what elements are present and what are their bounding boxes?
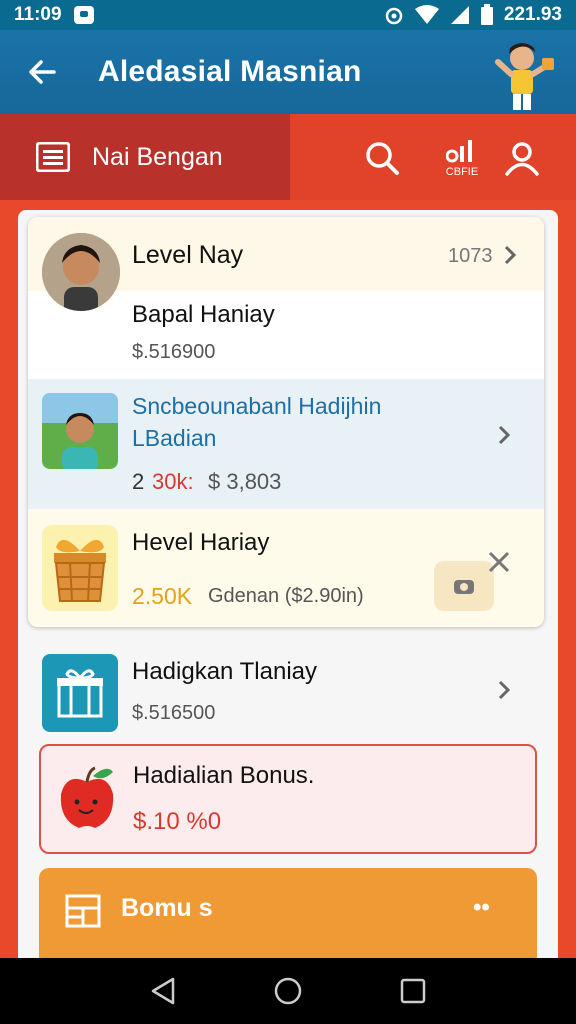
nav-recents-icon <box>401 978 426 1004</box>
list-item-level[interactable]: Level Nay 1073 Bapal Haniay $.516900 <box>28 217 544 379</box>
item-card: Level Nay 1073 Bapal Haniay $.516900 Snc… <box>28 217 544 627</box>
gift-box-icon <box>42 654 118 732</box>
level-title: Level Nay <box>132 241 244 269</box>
menu-button[interactable]: Nai Bengan <box>0 114 290 200</box>
list-item-gift[interactable]: Hevel Hariay 2.50K Gdenan ($2.90in) <box>28 509 544 627</box>
stats-icon <box>446 140 472 163</box>
nav-recents-button[interactable] <box>393 971 433 1011</box>
menu-label: Nai Bengan <box>92 142 223 171</box>
more-icon[interactable]: •• <box>473 894 490 922</box>
avatar <box>42 233 120 311</box>
signal-icon <box>450 6 469 24</box>
arrow-left-icon <box>29 60 56 84</box>
battery-text: 221.93 <box>503 4 562 25</box>
nav-home-icon <box>274 977 302 1005</box>
bonus-button[interactable]: Bomu s •• <box>39 868 537 968</box>
bonus-card[interactable]: Hadialian Bonus. $.10 %0 <box>39 744 537 854</box>
level-subtitle: Bapal Haniay <box>132 301 275 328</box>
app-bar: Aledasial Masnian <box>0 30 576 114</box>
profile-icon <box>505 142 539 176</box>
item-title-line1: Sncbeounabanl Hadijhin <box>132 393 382 419</box>
stats-caption: CBFIE <box>445 166 479 178</box>
camera-icon <box>454 580 474 594</box>
search-button[interactable] <box>362 138 402 178</box>
nav-home-button[interactable] <box>268 971 308 1011</box>
list-item-giftbox[interactable]: Hadigkan Tlaniay $.516500 <box>28 640 544 740</box>
bonus-title: Hadialian Bonus. <box>133 762 315 789</box>
item-count: 2 <box>132 469 145 494</box>
giftbox-amount: $.516500 <box>132 702 216 724</box>
gift-highlight: 2.50K <box>132 583 193 609</box>
level-value: 1073 <box>448 245 493 267</box>
nav-back-icon <box>151 977 174 1005</box>
mascot-character-icon <box>495 43 554 110</box>
giftbox-title: Hadigkan Tlaniay <box>132 658 318 685</box>
bonus-button-label: Bomu s <box>121 894 213 922</box>
bonus-amount: $.10 %0 <box>133 808 222 835</box>
item-highlight: 30k: <box>152 469 194 494</box>
gift-detail: Gdenan ($2.90in) <box>208 585 364 607</box>
item-price: $ 3,803 <box>208 469 282 494</box>
toolbar: Nai Bengan CBFIE <box>0 114 576 200</box>
level-amount: $.516900 <box>132 341 216 363</box>
item-title-line2: LBadian <box>132 425 217 451</box>
search-icon <box>366 142 399 175</box>
alarm-icon <box>385 7 403 25</box>
battery-icon <box>480 4 493 25</box>
navigation-bar <box>0 958 576 1024</box>
wifi-icon <box>414 5 439 24</box>
nav-back-button[interactable] <box>143 971 183 1011</box>
stats-button[interactable] <box>442 134 482 166</box>
gift-title: Hevel Hariay <box>132 529 270 556</box>
camera-button[interactable] <box>434 561 494 611</box>
status-bar: 11:09 221.93 <box>0 0 576 30</box>
status-time: 11:09 <box>14 4 62 25</box>
apple-icon <box>60 766 114 828</box>
chevron-right-icon <box>498 425 511 445</box>
chevron-right-icon <box>498 680 511 700</box>
photo-thumbnail <box>42 393 118 469</box>
notification-icon <box>73 6 94 24</box>
app-title: Aledasial Masnian <box>98 55 362 88</box>
gift-basket-icon <box>42 525 118 611</box>
close-icon[interactable] <box>486 549 512 575</box>
grid-icon <box>65 894 101 928</box>
menu-icon <box>36 142 70 172</box>
chevron-right-icon <box>504 245 517 265</box>
back-button[interactable] <box>24 54 60 90</box>
list-item-blue[interactable]: Sncbeounabanl Hadijhin LBadian 2 30k: $ … <box>28 379 544 509</box>
profile-button[interactable] <box>502 138 542 178</box>
